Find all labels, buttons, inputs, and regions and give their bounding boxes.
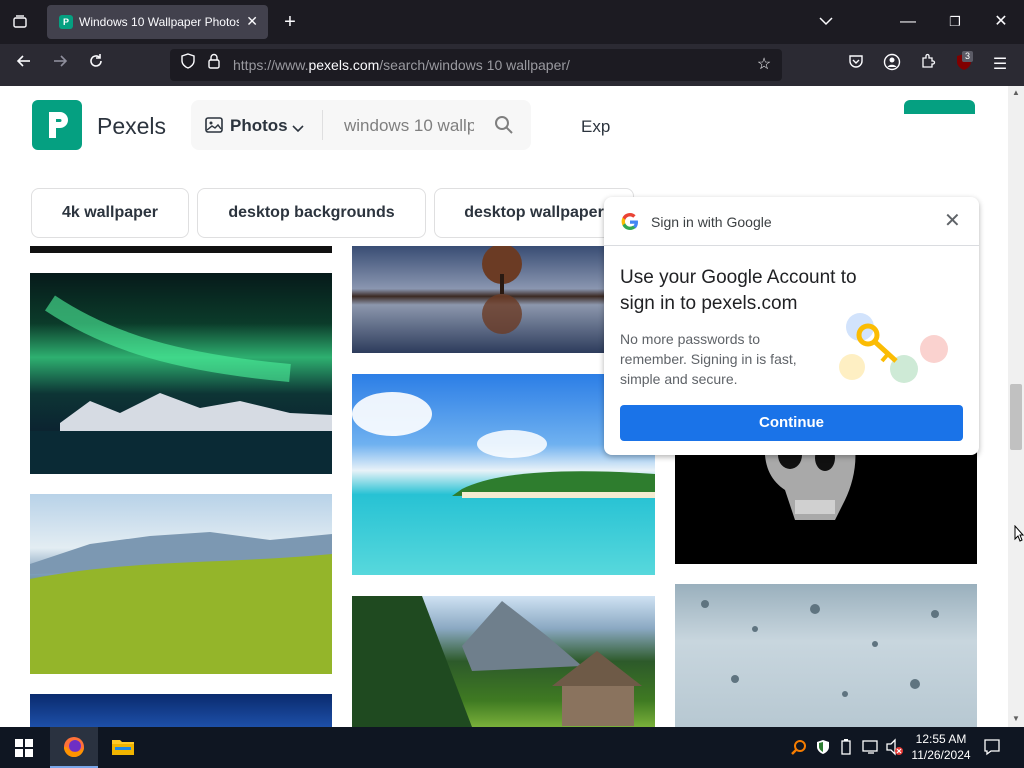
pexels-favicon-icon: P bbox=[59, 15, 73, 29]
image-icon bbox=[205, 117, 223, 138]
tab-list-icon[interactable] bbox=[6, 0, 34, 44]
google-logo-icon bbox=[620, 212, 640, 237]
mouse-cursor-icon bbox=[1014, 524, 1024, 548]
popup-header: Sign in with Google bbox=[651, 214, 772, 230]
photo-green-hills[interactable] bbox=[30, 494, 332, 674]
close-icon[interactable]: ✕ bbox=[944, 211, 961, 231]
ublock-badge: 3 bbox=[962, 51, 974, 62]
pexels-logo-icon[interactable] bbox=[32, 100, 82, 150]
tab-pexels[interactable]: P Windows 10 Wallpaper Photos, Do ✕ bbox=[47, 5, 268, 39]
clock-time: 12:55 AM bbox=[915, 732, 967, 746]
url-text: https://www.pexels.com/search/windows 10… bbox=[233, 57, 570, 73]
ublock-icon[interactable]: 3 bbox=[952, 51, 976, 77]
reload-icon[interactable] bbox=[84, 53, 108, 77]
page-content: Pexels Photos windows 10 wallpaper Exp 4… bbox=[0, 86, 1008, 727]
battery-tray-icon[interactable] bbox=[840, 739, 852, 760]
search-category-select[interactable]: Photos bbox=[230, 116, 288, 136]
forward-icon[interactable] bbox=[48, 53, 72, 77]
page-scrollbar[interactable]: ▲ ▼ bbox=[1008, 86, 1024, 727]
browser-nav-bar: https://www.pexels.com/search/windows 10… bbox=[0, 44, 1024, 86]
key-illustration-icon bbox=[830, 305, 954, 390]
photo-aurora[interactable] bbox=[30, 273, 332, 474]
tab-title: Windows 10 Wallpaper Photos, Do bbox=[79, 15, 239, 29]
window-close-icon[interactable]: ✕ bbox=[989, 0, 1013, 44]
google-signin-popup: Sign in with Google ✕ Use your Google Ac… bbox=[604, 197, 979, 455]
chip-4k-wallpaper[interactable]: 4k wallpaper bbox=[31, 188, 189, 238]
scroll-up-icon[interactable]: ▲ bbox=[1012, 88, 1020, 97]
file-explorer-icon[interactable] bbox=[111, 737, 135, 762]
join-button[interactable] bbox=[904, 100, 975, 114]
new-tab-icon[interactable]: + bbox=[278, 0, 302, 44]
back-icon[interactable] bbox=[12, 53, 36, 77]
search-icon[interactable] bbox=[494, 115, 514, 140]
bookmark-star-icon[interactable]: ☆ bbox=[752, 53, 776, 77]
restore-icon[interactable]: ❐ bbox=[943, 0, 967, 44]
close-tab-icon[interactable]: ✕ bbox=[246, 13, 258, 30]
photo-mountain-cabin[interactable] bbox=[352, 596, 655, 727]
firefox-icon bbox=[64, 737, 84, 757]
address-bar[interactable]: https://www.pexels.com/search/windows 10… bbox=[170, 49, 782, 81]
taskbar-firefox[interactable] bbox=[50, 727, 98, 768]
volume-muted-icon[interactable] bbox=[885, 738, 903, 761]
nav-explore-link[interactable]: Exp bbox=[581, 117, 610, 137]
browser-tab-bar: P Windows 10 Wallpaper Photos, Do ✕ + — … bbox=[0, 0, 1024, 44]
windows-taskbar: 12:55 AM 11/26/2024 bbox=[0, 727, 1024, 768]
security-tray-icon[interactable] bbox=[815, 739, 831, 760]
scroll-down-icon[interactable]: ▼ bbox=[1012, 714, 1020, 723]
brand-name[interactable]: Pexels bbox=[97, 113, 166, 140]
popup-body-text: No more passwords to remember. Signing i… bbox=[620, 331, 797, 387]
notification-center-icon[interactable] bbox=[983, 738, 1001, 761]
photo-raindrops[interactable] bbox=[675, 584, 977, 727]
search-bar[interactable]: Photos windows 10 wallpaper bbox=[191, 100, 531, 150]
clock-date: 11/26/2024 bbox=[911, 748, 971, 762]
continue-button[interactable]: Continue bbox=[620, 405, 963, 441]
windows-start-icon[interactable] bbox=[15, 739, 33, 762]
scrollbar-thumb[interactable] bbox=[1010, 384, 1022, 450]
taskbar-clock[interactable]: 12:55 AM 11/26/2024 bbox=[906, 731, 976, 763]
lock-icon[interactable] bbox=[202, 53, 226, 77]
photo-blue-night[interactable] bbox=[30, 694, 332, 727]
minimize-icon[interactable]: — bbox=[896, 0, 920, 44]
search-divider bbox=[322, 110, 323, 140]
search-input[interactable]: windows 10 wallpaper bbox=[344, 116, 474, 136]
chip-desktop-backgrounds[interactable]: desktop backgrounds bbox=[197, 188, 426, 238]
menu-icon[interactable]: ☰ bbox=[988, 53, 1012, 77]
search-tray-icon[interactable] bbox=[791, 739, 807, 760]
account-icon[interactable] bbox=[880, 53, 904, 77]
list-all-tabs-icon[interactable] bbox=[814, 0, 838, 44]
pocket-icon[interactable] bbox=[844, 53, 868, 77]
extensions-icon[interactable] bbox=[916, 53, 940, 77]
shield-icon[interactable] bbox=[176, 53, 200, 77]
chevron-down-icon[interactable] bbox=[292, 120, 304, 138]
photo-partial-top[interactable] bbox=[30, 246, 332, 253]
network-tray-icon[interactable] bbox=[862, 739, 880, 760]
popup-divider bbox=[604, 245, 979, 246]
